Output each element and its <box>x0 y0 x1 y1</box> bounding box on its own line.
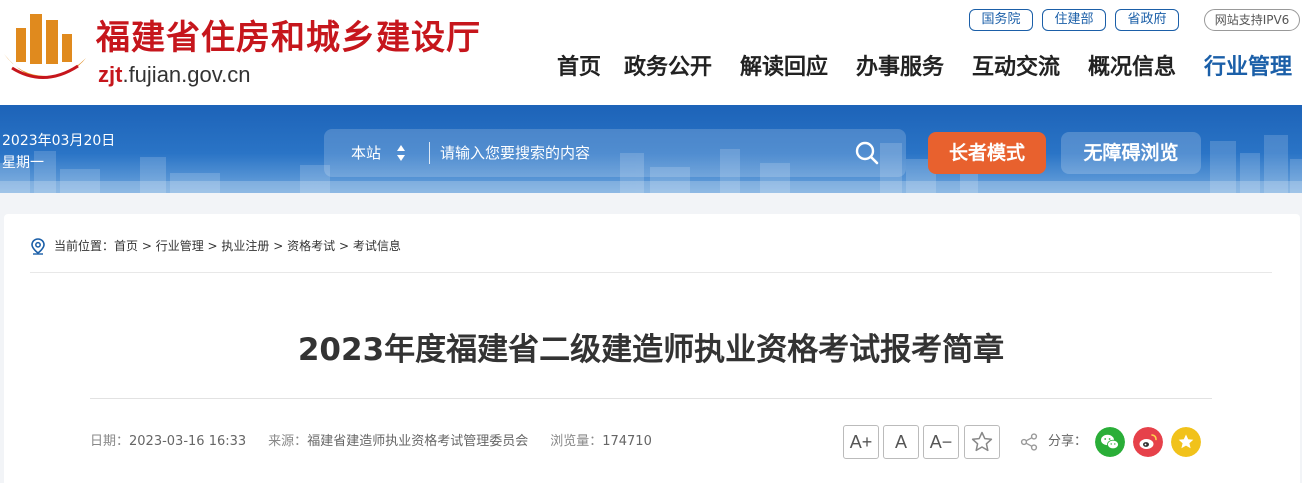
font-decrease-button[interactable]: A− <box>923 425 959 459</box>
article-container: 当前位置：首页 > 行业管理 > 执业注册 > 资格考试 > 考试信息 2023… <box>4 214 1300 483</box>
views-label: 浏览量： <box>550 434 603 449</box>
nav-government-affairs[interactable]: 政务公开 <box>624 53 712 83</box>
share-label: 分享： <box>1048 434 1088 449</box>
nav-home[interactable]: 首页 <box>557 53 601 83</box>
favorite-icon[interactable] <box>1171 427 1201 457</box>
share-icon <box>1020 433 1038 451</box>
title-divider <box>90 398 1212 399</box>
breadcrumb-item-exam-info[interactable]: 考试信息 <box>353 239 401 253</box>
nav-interaction[interactable]: 互动交流 <box>972 53 1060 83</box>
weekday-text: 星期一 <box>2 155 44 171</box>
date-value: 2023-03-16 16:33 <box>129 434 247 449</box>
banner: 2023年03月20日 星期一 本站 长者模式 无障碍浏览 <box>0 105 1302 193</box>
font-default-button[interactable]: A <box>883 425 919 459</box>
accessible-browse-button[interactable]: 无障碍浏览 <box>1061 132 1201 174</box>
domain-suffix: .fujian.gov.cn <box>122 62 251 87</box>
page: 福建省住房和城乡建设厅 zjt.fujian.gov.cn 国务院 住建部 省政… <box>0 0 1302 483</box>
search-icon[interactable] <box>852 139 882 167</box>
search-scope-select[interactable]: 本站 <box>351 129 381 177</box>
location-pin-icon <box>31 238 45 255</box>
toplink-guowuyuan[interactable]: 国务院 <box>969 9 1033 31</box>
breadcrumb-item-industry[interactable]: 行业管理 <box>156 239 204 253</box>
article-meta: 日期：2023-03-16 16:33 来源：福建省建造师执业资格考试管理委员会 浏… <box>90 432 674 452</box>
breadcrumb-prefix: 当前位置： <box>54 239 115 253</box>
breadcrumb-separator: > <box>138 239 156 253</box>
weibo-icon[interactable] <box>1133 427 1163 457</box>
building-logo-icon[interactable] <box>2 6 88 86</box>
updown-arrows-icon[interactable] <box>396 144 406 162</box>
breadcrumb-separator: > <box>203 239 222 253</box>
site-header: 福建省住房和城乡建设厅 zjt.fujian.gov.cn 国务院 住建部 省政… <box>0 0 1302 105</box>
current-date: 2023年03月20日 星期一 <box>2 130 115 174</box>
breadcrumb-item-qualification[interactable]: 资格考试 <box>287 239 335 253</box>
wechat-icon[interactable] <box>1095 427 1125 457</box>
source-value: 福建省建造师执业资格考试管理委员会 <box>307 434 529 449</box>
ipv6-badge: 网站支持IPV6 <box>1204 9 1300 31</box>
search-divider <box>429 142 430 164</box>
meta-date: 日期：2023-03-16 16:33 <box>90 434 246 449</box>
article-title: 2023年度福建省二级建造师执业资格考试报考简章 <box>297 332 1005 368</box>
font-increase-button[interactable]: A+ <box>843 425 879 459</box>
site-name[interactable]: 福建省住房和城乡建设厅 <box>96 10 481 59</box>
toplink-zhujianbu[interactable]: 住建部 <box>1042 9 1106 31</box>
elder-mode-button[interactable]: 长者模式 <box>928 132 1046 174</box>
nav-industry-management[interactable]: 行业管理 <box>1204 53 1292 83</box>
meta-source: 来源：福建省建造师执业资格考试管理委员会 <box>268 434 528 449</box>
source-label: 来源： <box>268 434 308 449</box>
date-label: 日期： <box>90 434 130 449</box>
breadcrumb-item-registration[interactable]: 执业注册 <box>221 239 269 253</box>
search-bar: 本站 <box>324 129 906 177</box>
breadcrumb-separator: > <box>269 239 288 253</box>
toplink-shengzhengfu[interactable]: 省政府 <box>1115 9 1179 31</box>
star-icon <box>971 431 993 452</box>
breadcrumb-text: 当前位置：首页 > 行业管理 > 执业注册 > 资格考试 > 考试信息 <box>54 236 401 256</box>
site-domain: zjt.fujian.gov.cn <box>98 62 250 88</box>
search-input[interactable] <box>440 138 840 168</box>
breadcrumb-item-home[interactable]: 首页 <box>114 239 138 253</box>
breadcrumb-separator: > <box>335 239 353 253</box>
views-value: 174710 <box>602 434 652 449</box>
breadcrumb-divider <box>30 272 1272 273</box>
domain-prefix: zjt <box>98 62 123 87</box>
nav-services[interactable]: 办事服务 <box>856 53 944 83</box>
nav-interpretation[interactable]: 解读回应 <box>740 53 828 83</box>
nav-overview[interactable]: 概况信息 <box>1088 53 1176 83</box>
date-text: 2023年03月20日 <box>2 133 116 149</box>
favorite-star-button[interactable] <box>964 425 1000 459</box>
meta-views: 浏览量：174710 <box>550 434 652 449</box>
